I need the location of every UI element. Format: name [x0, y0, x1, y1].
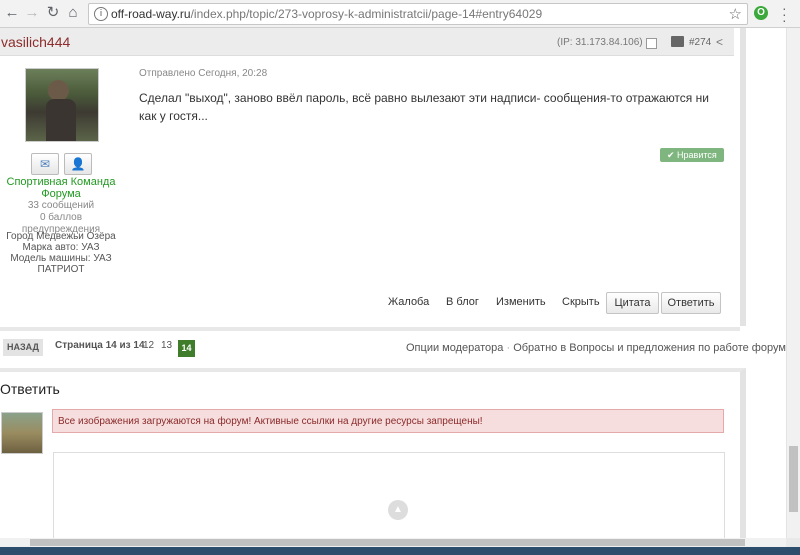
reply-notice: Все изображения загружаются на форум! Ак…	[52, 409, 724, 433]
posts-count: 33 сообщений	[27, 200, 95, 211]
post-header: vasilich444 (IP: 31.173.84.106) #274 <	[0, 28, 734, 56]
reply-title: Ответить	[0, 381, 60, 397]
post-number[interactable]: #274	[689, 37, 711, 48]
extension-icon[interactable]: O	[754, 6, 768, 20]
blog-link[interactable]: В блог	[446, 296, 479, 308]
url-path: /index.php/topic/273-voprosy-k-administr…	[190, 7, 543, 21]
forward-arrow-icon[interactable]: →	[23, 4, 41, 22]
profile-icon[interactable]: 👤	[64, 153, 92, 175]
post-date: Отправлено Сегодня, 20:28	[139, 68, 268, 79]
browser-toolbar: ← → ↻ ⌂ i off-road-way.ru/index.php/topi…	[0, 0, 800, 28]
report-link[interactable]: Жалоба	[388, 296, 429, 308]
pagination-back-button[interactable]: НАЗАД	[3, 339, 43, 356]
current-page: 14	[178, 340, 195, 357]
back-to-forum-link[interactable]: Обратно в Вопросы и предложения по работ…	[513, 342, 786, 354]
current-user-avatar[interactable]	[1, 412, 43, 454]
user-group: Спортивная Команда Форума	[6, 176, 116, 200]
address-bar[interactable]: i off-road-way.ru/index.php/topic/273-vo…	[88, 3, 748, 25]
back-arrow-icon[interactable]: ←	[3, 4, 21, 22]
edit-link[interactable]: Изменить	[496, 296, 546, 308]
browser-menu-icon[interactable]: · · ·	[782, 1, 787, 27]
info-icon[interactable]: i	[94, 7, 108, 21]
quote-button[interactable]: Цитата	[606, 292, 659, 314]
page-info[interactable]: Страница 14 из 14	[55, 340, 145, 351]
message-icon[interactable]: ✉	[31, 153, 59, 175]
separator: ·	[506, 342, 511, 354]
user-fields: Город Медвежьи Озёра Марка авто: УАЗ Мод…	[0, 231, 122, 275]
page-content: vasilich444 (IP: 31.173.84.106) #274 < ✉…	[0, 28, 786, 538]
divider	[0, 327, 740, 331]
vertical-scrollbar[interactable]	[786, 28, 800, 538]
breadcrumb: Опции модератора · Обратно в Вопросы и п…	[406, 342, 786, 354]
taskbar	[0, 547, 800, 555]
reply-editor[interactable]	[53, 452, 725, 538]
hide-link[interactable]: Скрыть	[562, 296, 600, 308]
user-city: Город Медвежьи Озёра	[6, 231, 116, 242]
post-select-checkbox[interactable]	[646, 38, 657, 49]
post-ip[interactable]: (IP: 31.173.84.106)	[557, 37, 643, 48]
printer-icon[interactable]	[671, 36, 684, 47]
post-body: Сделал "выход", заново ввёл пароль, всё …	[139, 91, 709, 123]
user-car-brand: Марка авто: УАЗ	[22, 242, 100, 253]
post-author[interactable]: vasilich444	[1, 34, 70, 50]
share-icon[interactable]: <	[716, 35, 723, 49]
page-link[interactable]: 12	[143, 340, 154, 351]
page-link[interactable]: 13	[161, 340, 172, 351]
home-icon[interactable]: ⌂	[64, 4, 82, 22]
bookmark-star-icon[interactable]: ☆	[729, 5, 742, 23]
user-car-model: Модель машины: УАЗ ПАТРИОТ	[10, 253, 112, 275]
like-label: Нравится	[677, 150, 717, 160]
scrollbar-thumb[interactable]	[30, 539, 745, 546]
avatar[interactable]	[25, 68, 99, 142]
forum-post: vasilich444 (IP: 31.173.84.106) #274 < ✉…	[0, 28, 746, 326]
reply-button[interactable]: Ответить	[661, 292, 721, 314]
horizontal-scrollbar[interactable]	[0, 538, 786, 547]
url-host: off-road-way.ru	[111, 7, 191, 21]
scrollbar-thumb[interactable]	[789, 446, 798, 512]
reload-icon[interactable]: ↻	[44, 4, 62, 22]
moderator-options-link[interactable]: Опции модератора	[406, 342, 503, 354]
reply-section: Ответить Все изображения загружаются на …	[0, 368, 746, 538]
like-button[interactable]: ✔ Нравится	[660, 148, 724, 162]
collapse-icon[interactable]: ▲	[388, 500, 408, 520]
